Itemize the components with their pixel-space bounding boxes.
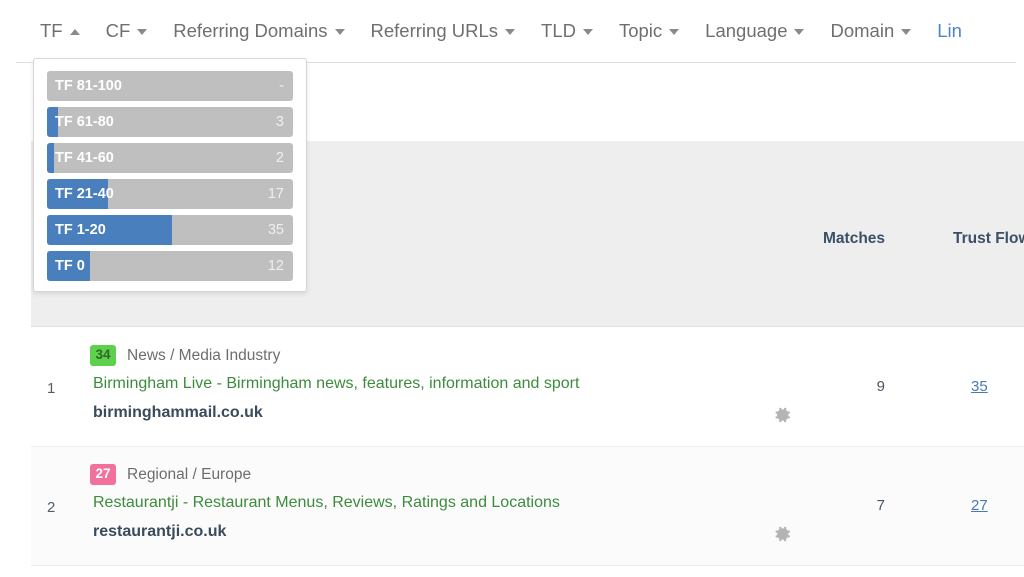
category-score-badge: 34 (90, 345, 116, 367)
filter-nav-item-label: TF (40, 19, 63, 41)
tf-bar-label: TF 0 (55, 258, 85, 274)
tf-bar-row[interactable]: TF 61-80 3 (47, 107, 293, 137)
gear-icon[interactable] (774, 525, 792, 543)
tf-bar-label: TF 1-20 (55, 222, 106, 238)
tf-bar-count: 17 (267, 186, 284, 202)
tf-bar-row[interactable]: TF 1-20 35 (47, 215, 293, 245)
chevron-down-icon (901, 28, 912, 35)
chevron-down-icon (669, 28, 680, 35)
filter-nav-item-domain[interactable]: Domain (830, 19, 912, 41)
row-matches-value: 9 (876, 378, 885, 395)
tf-bar-row[interactable]: TF 21-40 17 (47, 179, 293, 209)
row-category: 27 Regional / Europe (90, 464, 252, 486)
filter-nav-item-label: Topic (618, 19, 663, 41)
chevron-down-icon (582, 28, 593, 35)
tf-bar-count: 2 (275, 150, 284, 166)
filter-nav-item-lin[interactable]: Lin (937, 19, 962, 41)
row-domain[interactable]: birminghammail.co.uk (93, 404, 263, 422)
filter-nav-item-cf[interactable]: CF (105, 19, 148, 41)
category-label: Regional / Europe (127, 465, 252, 483)
filter-nav: TF CF Referring Domains Referring URLs TLD To… (0, 0, 1024, 62)
table-row[interactable]: 2 27 Regional / Europe Restaurantji - Resta… (31, 447, 1024, 566)
app-root: TF CF Referring Domains Referring URLs TLD To… (0, 0, 1024, 577)
tf-bar-fill (47, 143, 55, 173)
filter-nav-item-tld[interactable]: TLD (541, 19, 593, 41)
tf-bar-label: TF 41-60 (55, 150, 114, 166)
tf-filter-dropdown[interactable]: TF 81-100- TF 61-80 3 TF 41-60 2 TF 21-40 17 TF… (33, 58, 307, 292)
tf-bar-count: 3 (275, 114, 284, 130)
tf-bar-row[interactable]: TF 41-60 2 (47, 143, 293, 173)
filter-nav-item-referring-urls[interactable]: Referring URLs (370, 19, 516, 41)
chevron-down-icon (794, 28, 805, 35)
row-rank: 1 (47, 380, 56, 397)
filter-nav-item-topic[interactable]: Topic (618, 19, 680, 41)
gear-icon[interactable] (774, 406, 792, 424)
results-table-body: 1 34 News / Media Industry Birmingham Live … (31, 328, 1024, 566)
tf-bar-label: TF 21-40 (55, 186, 114, 202)
filter-nav-item-label: Domain (830, 19, 895, 41)
tf-bar-count: - (279, 78, 284, 94)
filter-nav-item-label: Referring Domains (173, 19, 328, 41)
row-rank: 2 (47, 499, 56, 516)
chevron-up-icon (69, 28, 80, 35)
tf-bar-label: TF 81-100 (55, 78, 122, 94)
filter-nav-item-label: Referring URLs (370, 19, 499, 41)
chevron-down-icon (505, 28, 516, 35)
row-matches-value: 7 (876, 497, 885, 514)
chevron-down-icon (137, 28, 148, 35)
row-trust-flow-value[interactable]: 35 (971, 378, 988, 395)
chevron-down-icon (334, 28, 345, 35)
filter-nav-item-label: Language (705, 19, 788, 41)
filter-nav-item-tf[interactable]: TF (40, 19, 80, 41)
filter-nav-item-label: TLD (541, 19, 576, 41)
table-row[interactable]: 1 34 News / Media Industry Birmingham Live … (31, 328, 1024, 447)
tf-bar-row[interactable]: TF 0 12 (47, 251, 293, 281)
category-label: News / Media Industry (127, 346, 281, 364)
tf-bar-count: 35 (267, 222, 284, 238)
tf-bar-label: TF 61-80 (55, 114, 114, 130)
row-domain[interactable]: restaurantji.co.uk (93, 523, 226, 541)
filter-nav-item-language[interactable]: Language (705, 19, 805, 41)
row-trust-flow-value[interactable]: 27 (971, 497, 988, 514)
filter-nav-item-referring-domains[interactable]: Referring Domains (173, 19, 345, 41)
tf-bar-row[interactable]: TF 81-100 - (47, 71, 293, 101)
filter-nav-item-label: Lin (937, 19, 962, 41)
column-header-matches[interactable]: Matches (823, 230, 885, 248)
row-title-link[interactable]: Birmingham Live - Birmingham news, featu… (93, 375, 579, 393)
column-header-trust-flow[interactable]: Trust Flow (953, 230, 1024, 248)
row-title-link[interactable]: Restaurantji - Restaurant Menus, Reviews… (93, 494, 560, 512)
filter-nav-item-label: CF (105, 19, 131, 41)
tf-bar-count: 12 (267, 258, 284, 274)
category-score-badge: 27 (90, 464, 116, 486)
row-category: 34 News / Media Industry (90, 345, 281, 367)
